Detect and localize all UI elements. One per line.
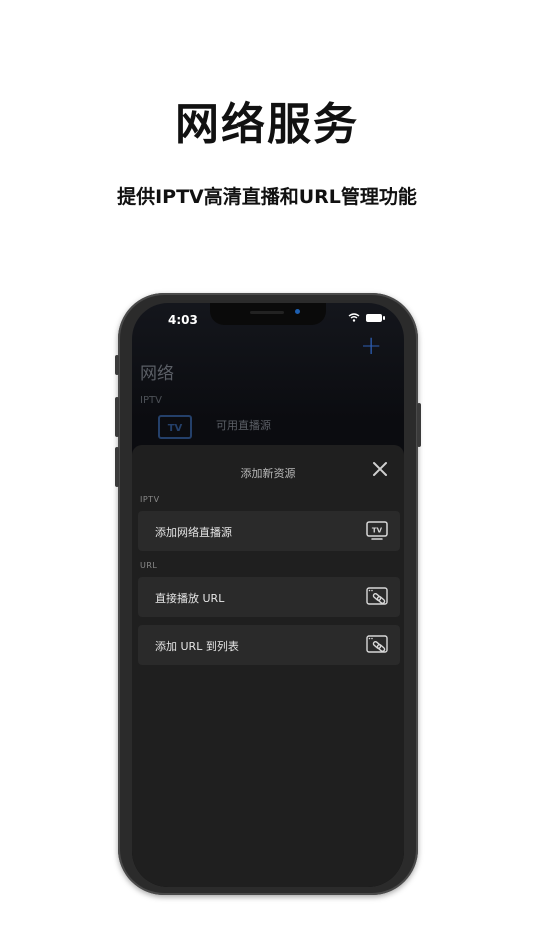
add-resource-sheet: 添加新资源 IPTV 添加网络直播源 TV URL 直接播放 URL 添加 UR… bbox=[132, 445, 404, 887]
screen-title: 网络 bbox=[140, 364, 174, 384]
wifi-icon bbox=[348, 313, 360, 322]
add-url-to-list-row[interactable]: 添加 URL 到列表 bbox=[138, 625, 400, 665]
add-network-live-source-row[interactable]: 添加网络直播源 TV bbox=[138, 511, 400, 551]
section-label-iptv: IPTV bbox=[140, 495, 160, 504]
volume-up-button bbox=[115, 397, 119, 437]
phone-frame: 4:03 + 网络 IPTV TV 可用直播源 添加新资源 IPTV 添加网络直 bbox=[115, 293, 421, 895]
phone-screen: 4:03 + 网络 IPTV TV 可用直播源 添加新资源 IPTV 添加网络直 bbox=[132, 303, 404, 887]
tv-icon: TV bbox=[158, 415, 192, 439]
list-item-live-source[interactable]: 可用直播源 bbox=[216, 417, 271, 433]
link-icon bbox=[366, 587, 388, 605]
row-label: 添加 URL 到列表 bbox=[155, 640, 239, 653]
sheet-title: 添加新资源 bbox=[240, 467, 296, 480]
row-label: 添加网络直播源 bbox=[155, 526, 232, 539]
power-button bbox=[417, 403, 421, 447]
section-label-url: URL bbox=[140, 561, 158, 570]
speaker bbox=[250, 311, 284, 314]
battery-icon bbox=[366, 313, 385, 322]
camera bbox=[295, 309, 300, 314]
link-icon bbox=[366, 635, 388, 653]
play-url-directly-row[interactable]: 直接播放 URL bbox=[138, 577, 400, 617]
notch bbox=[210, 303, 326, 325]
headline: 网络服务 bbox=[175, 99, 359, 150]
add-icon[interactable]: + bbox=[360, 333, 382, 359]
row-label: 直接播放 URL bbox=[155, 592, 225, 605]
subline: 提供IPTV高清直播和URL管理功能 bbox=[117, 186, 417, 208]
svg-text:TV: TV bbox=[372, 527, 383, 535]
status-time: 4:03 bbox=[168, 313, 198, 327]
section-label-iptv: IPTV bbox=[140, 395, 162, 406]
tv-icon: TV bbox=[366, 521, 388, 540]
close-icon[interactable] bbox=[370, 459, 390, 479]
volume-down-button bbox=[115, 447, 119, 487]
silent-switch bbox=[115, 355, 119, 375]
status-icons bbox=[348, 313, 385, 322]
